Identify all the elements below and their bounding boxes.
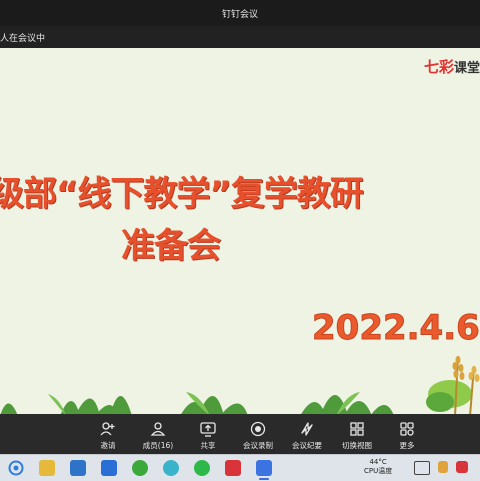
meeting-status-bar: 人在会议中 [0, 26, 480, 48]
cpu-temp-value: 44°C [369, 458, 387, 466]
record-label: 会议录制 [243, 441, 273, 450]
brand-logo-part1: 七彩 [423, 58, 454, 76]
members-label: 成员(16) [142, 441, 174, 450]
record-icon [250, 421, 266, 437]
cpu-temperature: 44°C CPU温度 [364, 458, 392, 476]
share-screen-icon [200, 422, 216, 437]
brand-logo: 七彩课堂 [424, 56, 480, 77]
wechat-icon[interactable] [194, 460, 210, 476]
dingtalk-icon[interactable] [256, 460, 272, 476]
meeting-toolbar: 邀请 成员(16) 共享 会议录制 会议纪要 切换视图 更多 [0, 414, 480, 454]
decorative-plants [0, 355, 480, 414]
more-button[interactable]: 更多 [377, 414, 437, 454]
wps-icon[interactable] [225, 460, 241, 476]
mail-icon[interactable] [70, 460, 86, 476]
file-explorer-icon[interactable] [39, 460, 55, 476]
grid-view-icon [350, 422, 364, 436]
switch-view-label: 切换视图 [342, 441, 372, 450]
invite-icon [100, 422, 115, 436]
slide-title-line1: 级部“线下教学”复学教研 [0, 174, 364, 214]
brand-logo-part2: 课堂 [453, 61, 480, 76]
windows-taskbar: 44°C CPU温度 [0, 454, 480, 481]
windows-start-icon[interactable] [8, 460, 24, 476]
slide-title-line2: 准备会 [121, 226, 221, 266]
window-title: 钉钉会议 [221, 9, 258, 20]
more-icon [400, 422, 414, 436]
invite-label: 邀请 [100, 441, 116, 450]
more-label: 更多 [399, 441, 415, 450]
tray-app2-icon[interactable] [456, 461, 468, 473]
members-icon [150, 422, 166, 436]
teal-app-icon[interactable] [163, 460, 179, 476]
window-titlebar: 钉钉会议 [0, 0, 480, 26]
share-label: 共享 [200, 441, 216, 450]
shared-slide: 七彩课堂 级部“线下教学”复学教研 准备会 2022.4.6 [0, 48, 480, 414]
minutes-label: 会议纪要 [292, 441, 322, 450]
tray-app-icon[interactable] [438, 461, 448, 473]
cpu-temp-label: CPU温度 [364, 467, 393, 475]
meeting-status-text: 人在会议中 [0, 33, 46, 44]
minutes-icon [301, 422, 313, 436]
store-icon[interactable] [101, 460, 117, 476]
green-app-icon[interactable] [132, 460, 148, 476]
keyboard-icon[interactable] [414, 461, 430, 475]
